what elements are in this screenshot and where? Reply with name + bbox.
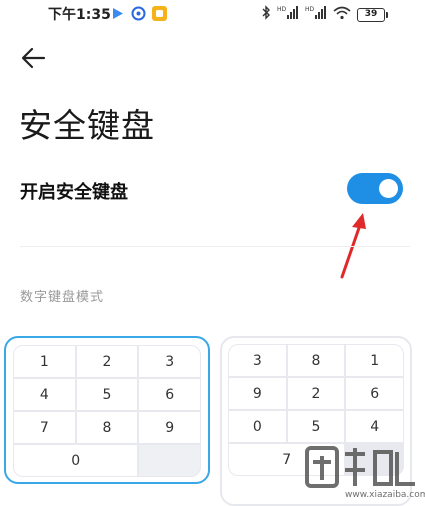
annotation-arrow — [340, 213, 366, 279]
status-indicators: HD HD 39 — [261, 5, 388, 24]
keypad-key[interactable]: 8 — [76, 412, 138, 443]
keypad-key[interactable]: 5 — [76, 379, 138, 410]
keypad-key[interactable]: 6 — [346, 378, 403, 409]
signal-icon: HD — [277, 5, 299, 24]
status-bar: 下午1:35 HD HD 39 — [0, 0, 425, 28]
keypad-key[interactable]: 3 — [229, 345, 286, 376]
wifi-icon — [333, 5, 351, 24]
keypad-key[interactable] — [139, 445, 200, 476]
watermark-url: www.xiazaiba.com — [345, 490, 425, 500]
keypad-key[interactable]: 4 — [14, 379, 75, 410]
keypad-key[interactable]: 5 — [287, 411, 345, 442]
keypad-key[interactable]: 0 — [14, 445, 138, 476]
keypad-key[interactable]: 0 — [229, 411, 286, 442]
svg-text:HD: HD — [277, 6, 287, 13]
battery-indicator: 39 — [357, 7, 388, 22]
status-time: 下午1:35 — [48, 7, 111, 23]
keypad-key[interactable]: 2 — [287, 378, 345, 409]
keypad-option-sequential[interactable]: 123 456 7890 — [4, 336, 210, 484]
keypad-grid-sequential: 123 456 7890 — [13, 345, 201, 477]
arrow-left-icon — [21, 47, 46, 69]
baidu-icon — [131, 6, 146, 21]
keypad-key[interactable]: 9 — [229, 378, 286, 409]
svg-text:HD: HD — [305, 6, 315, 13]
play-icon — [110, 6, 125, 21]
signal-icon-2: HD — [305, 5, 327, 24]
yellow-app-icon — [152, 6, 167, 21]
section-label: 数字键盘模式 — [20, 290, 105, 305]
divider — [20, 246, 410, 247]
keypad-key[interactable]: 2 — [76, 346, 138, 377]
page-title: 安全键盘 — [19, 106, 155, 145]
secure-keyboard-label: 开启安全键盘 — [20, 182, 128, 203]
toggle-knob — [379, 179, 398, 198]
keypad-key[interactable]: 3 — [139, 346, 200, 377]
keypad-key[interactable]: 6 — [139, 379, 200, 410]
secure-keyboard-toggle[interactable] — [347, 173, 403, 204]
watermark-logo: www.xiazaiba.com — [305, 444, 425, 502]
status-app-icons — [110, 6, 167, 21]
keypad-key[interactable]: 1 — [14, 346, 75, 377]
back-button[interactable] — [18, 44, 50, 72]
keypad-key[interactable]: 8 — [287, 345, 345, 376]
bluetooth-icon — [261, 5, 271, 24]
keypad-key[interactable]: 1 — [346, 345, 403, 376]
keypad-key[interactable]: 4 — [346, 411, 403, 442]
keypad-key[interactable]: 9 — [139, 412, 200, 443]
keypad-key[interactable]: 7 — [14, 412, 75, 443]
